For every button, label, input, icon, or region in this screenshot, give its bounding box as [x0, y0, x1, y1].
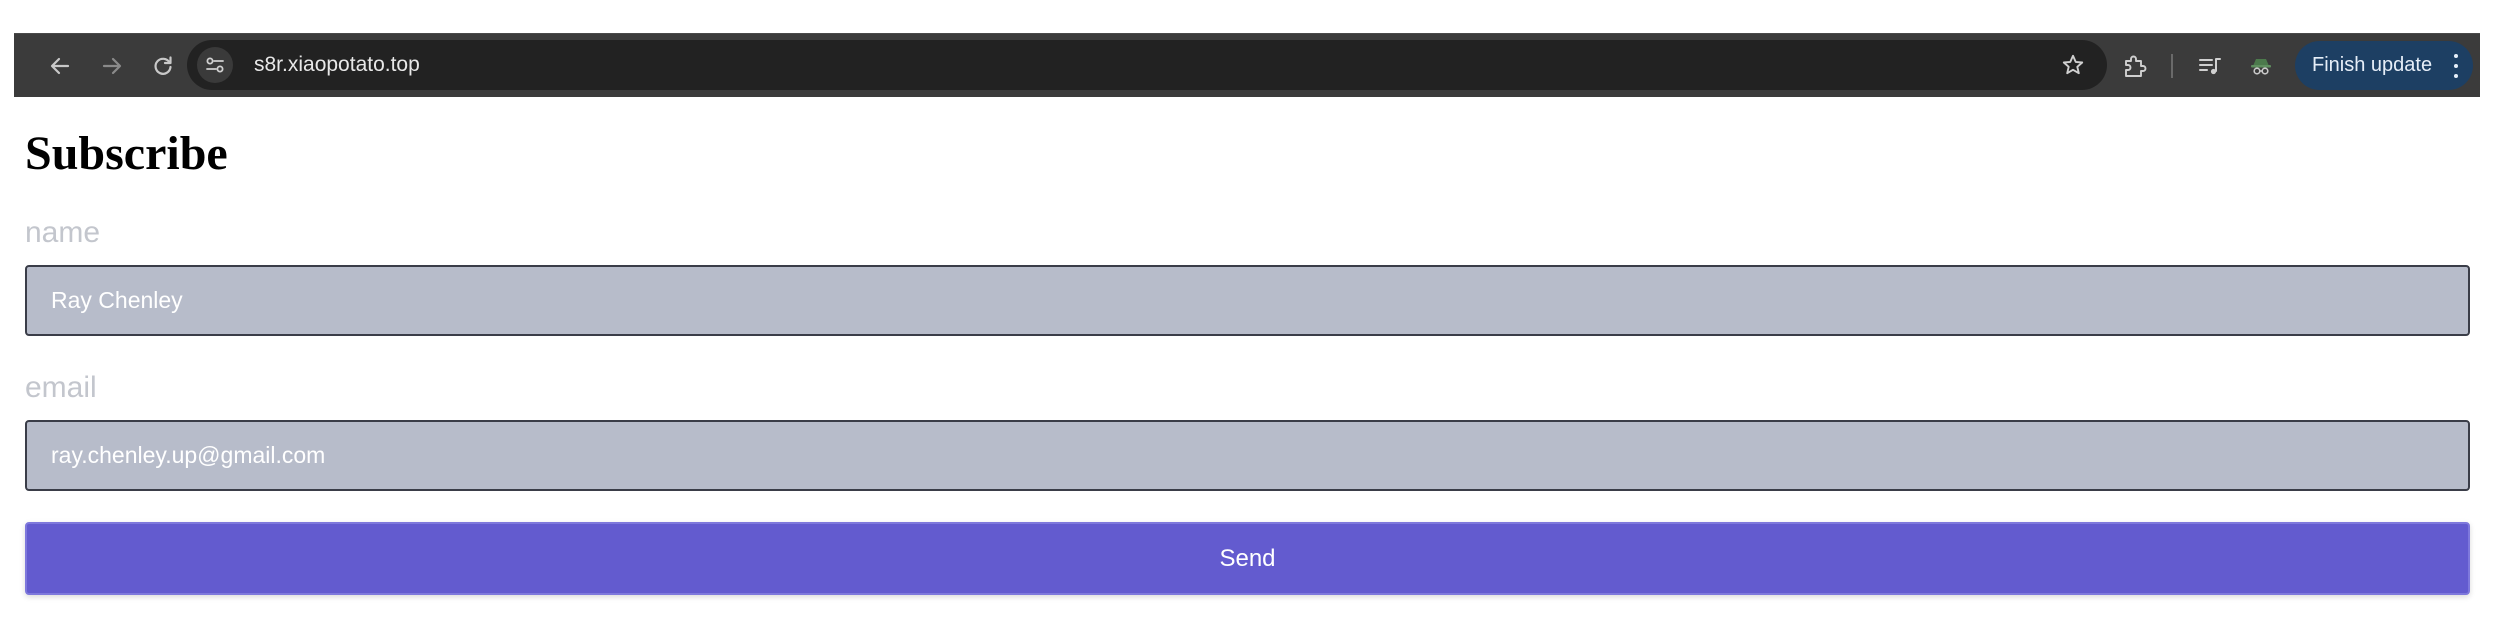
- star-icon: [2062, 54, 2084, 75]
- bookmark-button[interactable]: [2057, 49, 2089, 81]
- email-label: email: [25, 371, 97, 404]
- finish-update-label: Finish update: [2312, 54, 2433, 76]
- media-controls-button[interactable]: [2192, 48, 2228, 84]
- arrow-left-icon: [50, 57, 70, 75]
- email-input[interactable]: [25, 420, 2470, 491]
- reload-button[interactable]: [143, 46, 183, 86]
- forward-button[interactable]: [92, 46, 132, 86]
- finish-update-button[interactable]: Finish update: [2295, 41, 2473, 90]
- site-info-button[interactable]: [197, 47, 233, 83]
- name-input[interactable]: [25, 265, 2470, 336]
- toolbar-divider: [2171, 54, 2173, 78]
- back-button[interactable]: [40, 46, 80, 86]
- send-button[interactable]: Send: [25, 522, 2470, 595]
- queue-music-icon: [2199, 58, 2221, 75]
- address-bar[interactable]: s8r.xiaopotato.top: [187, 40, 2107, 90]
- page-title: Subscribe: [25, 127, 228, 180]
- browser-toolbar: s8r.xiaopotato.top Finish update: [14, 33, 2480, 97]
- incognito-avatar-icon: [2251, 59, 2271, 75]
- puzzle-icon: [2125, 55, 2147, 77]
- extensions-button[interactable]: [2117, 48, 2153, 84]
- arrow-right-icon: [102, 57, 122, 75]
- reload-icon: [154, 56, 172, 75]
- tune-icon: [206, 57, 224, 73]
- profile-button[interactable]: [2243, 48, 2279, 84]
- url-text[interactable]: s8r.xiaopotato.top: [254, 40, 420, 90]
- more-vertical-icon: [2449, 53, 2463, 79]
- name-label: name: [25, 216, 101, 249]
